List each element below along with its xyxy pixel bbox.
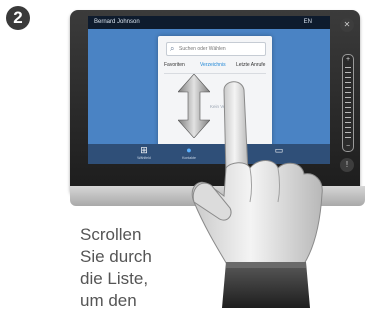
microphone-off-icon[interactable]: ✕ <box>340 18 354 32</box>
caption-line: die Liste, <box>80 269 149 288</box>
search-input[interactable] <box>179 43 261 55</box>
language-label[interactable]: EN <box>304 16 312 29</box>
nav-dialpad[interactable]: ⊞ Wählfeld <box>128 145 160 160</box>
search-box[interactable]: ⌕ <box>166 42 266 56</box>
caption-line: Scrollen <box>80 225 142 244</box>
pointing-hand-illustration <box>191 81 323 308</box>
tab-favorites[interactable]: Favoriten <box>164 62 185 68</box>
volume-up-icon[interactable]: + <box>343 56 353 63</box>
directory-tabs: Favoriten Verzeichnis Letzte Anrufe <box>158 62 272 72</box>
step-number-badge: 2 <box>6 6 30 30</box>
instruction-caption: Scrollen Sie durch die Liste, um den <box>80 224 180 312</box>
volume-down-icon[interactable]: − <box>343 143 353 150</box>
volume-slider[interactable]: + − <box>342 54 354 152</box>
grid-icon: ⊞ <box>140 145 148 155</box>
caption-line: Sie durch <box>80 247 152 266</box>
volume-ticks <box>345 67 351 139</box>
status-bar: Bernard Johnson EN <box>88 16 330 29</box>
caption-line: um den <box>80 291 137 310</box>
user-name[interactable]: Bernard Johnson <box>94 16 140 29</box>
search-icon: ⌕ <box>170 44 175 53</box>
alert-icon[interactable]: ! <box>340 158 354 172</box>
tab-directory[interactable]: Verzeichnis <box>200 62 226 68</box>
tab-recents[interactable]: Letzte Anrufe <box>236 62 265 68</box>
